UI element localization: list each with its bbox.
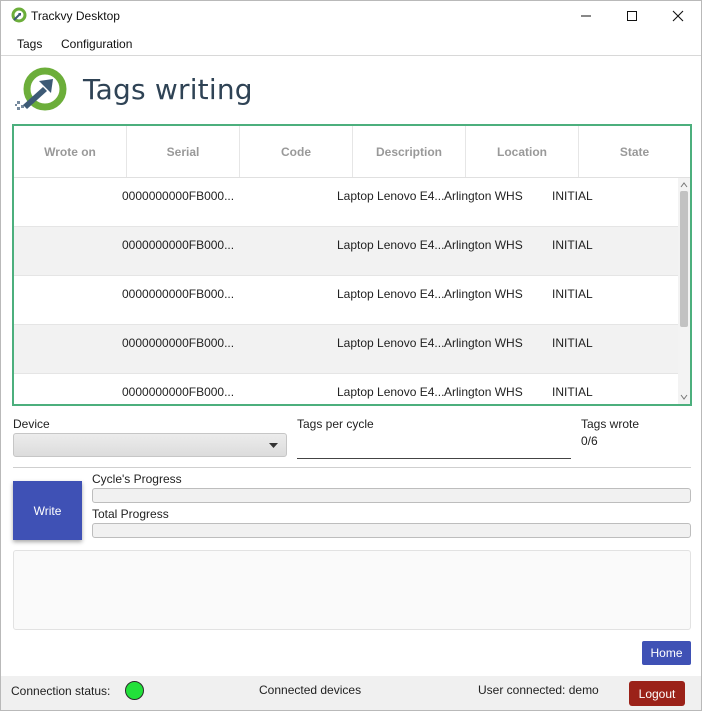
menu-bar: Tags Configuration	[1, 32, 701, 56]
menu-tags[interactable]: Tags	[17, 37, 42, 51]
column-header-serial[interactable]: Serial	[127, 126, 240, 177]
device-select[interactable]	[13, 433, 287, 457]
cell-serial: 0000000000FB000...	[122, 385, 235, 399]
table-row[interactable]: 0000000000FB000... Laptop Lenovo E4... A…	[14, 325, 678, 374]
total-progress-label: Total Progress	[92, 507, 169, 521]
table-scrollbar[interactable]	[678, 178, 690, 404]
cycle-progress-label: Cycle's Progress	[92, 472, 182, 486]
logout-button[interactable]: Logout	[629, 681, 685, 706]
status-bar: Connection status: Connected devices Use…	[1, 676, 701, 710]
section-divider	[13, 467, 691, 468]
cell-description: Laptop Lenovo E4...	[337, 238, 445, 252]
cell-serial: 0000000000FB000...	[122, 189, 235, 203]
connection-status-label: Connection status:	[11, 684, 111, 698]
app-window: Trackvy Desktop Tags Configuration Tags …	[0, 0, 702, 711]
close-icon	[672, 10, 684, 22]
cell-serial: 0000000000FB000...	[122, 238, 235, 252]
maximize-icon	[627, 11, 637, 21]
minimize-icon	[581, 15, 591, 17]
table-row[interactable]: 0000000000FB000... Laptop Lenovo E4... A…	[14, 374, 678, 404]
cell-description: Laptop Lenovo E4...	[337, 385, 445, 399]
maximize-button[interactable]	[609, 1, 655, 31]
tags-table: Wrote on Serial Code Description Locatio…	[12, 124, 692, 406]
cell-location: Arlington WHS	[444, 287, 523, 301]
column-header-location[interactable]: Location	[466, 126, 579, 177]
trackvy-logo	[15, 67, 67, 111]
cell-state: INITIAL	[552, 238, 593, 252]
scroll-down-icon[interactable]	[680, 393, 688, 401]
device-label: Device	[13, 417, 50, 431]
close-button[interactable]	[655, 1, 701, 31]
table-row[interactable]: 0000000000FB000... Laptop Lenovo E4... A…	[14, 276, 678, 325]
table-body: 0000000000FB000... Laptop Lenovo E4... A…	[14, 178, 678, 404]
log-output-area[interactable]	[13, 550, 691, 630]
cell-state: INITIAL	[552, 385, 593, 399]
scrollbar-thumb[interactable]	[680, 191, 688, 327]
cell-serial: 0000000000FB000...	[122, 287, 235, 301]
page-title: Tags writing	[83, 73, 253, 106]
chevron-down-icon	[269, 443, 278, 448]
window-title: Trackvy Desktop	[31, 9, 120, 23]
tags-per-cycle-label: Tags per cycle	[297, 417, 374, 431]
tags-per-cycle-input[interactable]	[297, 433, 571, 459]
scroll-up-icon[interactable]	[680, 181, 688, 189]
home-button[interactable]: Home	[642, 641, 691, 665]
cell-location: Arlington WHS	[444, 385, 523, 399]
table-header: Wrote on Serial Code Description Locatio…	[14, 126, 690, 178]
cell-description: Laptop Lenovo E4...	[337, 189, 445, 203]
menu-configuration[interactable]: Configuration	[61, 37, 132, 51]
connected-devices-label[interactable]: Connected devices	[259, 683, 361, 697]
cell-description: Laptop Lenovo E4...	[337, 336, 445, 350]
column-header-state[interactable]: State	[579, 126, 690, 177]
total-progress-bar	[92, 523, 691, 538]
cell-location: Arlington WHS	[444, 238, 523, 252]
column-header-description[interactable]: Description	[353, 126, 466, 177]
cell-state: INITIAL	[552, 287, 593, 301]
table-row[interactable]: 0000000000FB000... Laptop Lenovo E4... A…	[14, 178, 678, 227]
write-button[interactable]: Write	[13, 481, 82, 540]
cell-location: Arlington WHS	[444, 189, 523, 203]
cell-state: INITIAL	[552, 189, 593, 203]
user-connected-label: User connected: demo	[478, 683, 599, 697]
cycle-progress-bar	[92, 488, 691, 503]
cell-state: INITIAL	[552, 336, 593, 350]
table-row[interactable]: 0000000000FB000... Laptop Lenovo E4... A…	[14, 227, 678, 276]
cell-location: Arlington WHS	[444, 336, 523, 350]
cell-description: Laptop Lenovo E4...	[337, 287, 445, 301]
minimize-button[interactable]	[563, 1, 609, 31]
tags-wrote-value: 0/6	[581, 434, 598, 448]
column-header-code[interactable]: Code	[240, 126, 353, 177]
column-header-wrote-on[interactable]: Wrote on	[14, 126, 127, 177]
cell-serial: 0000000000FB000...	[122, 336, 235, 350]
connection-status-indicator	[125, 681, 144, 700]
trackvy-logo-icon	[11, 7, 27, 23]
tags-wrote-label: Tags wrote	[581, 417, 640, 431]
title-bar: Trackvy Desktop	[1, 1, 701, 31]
